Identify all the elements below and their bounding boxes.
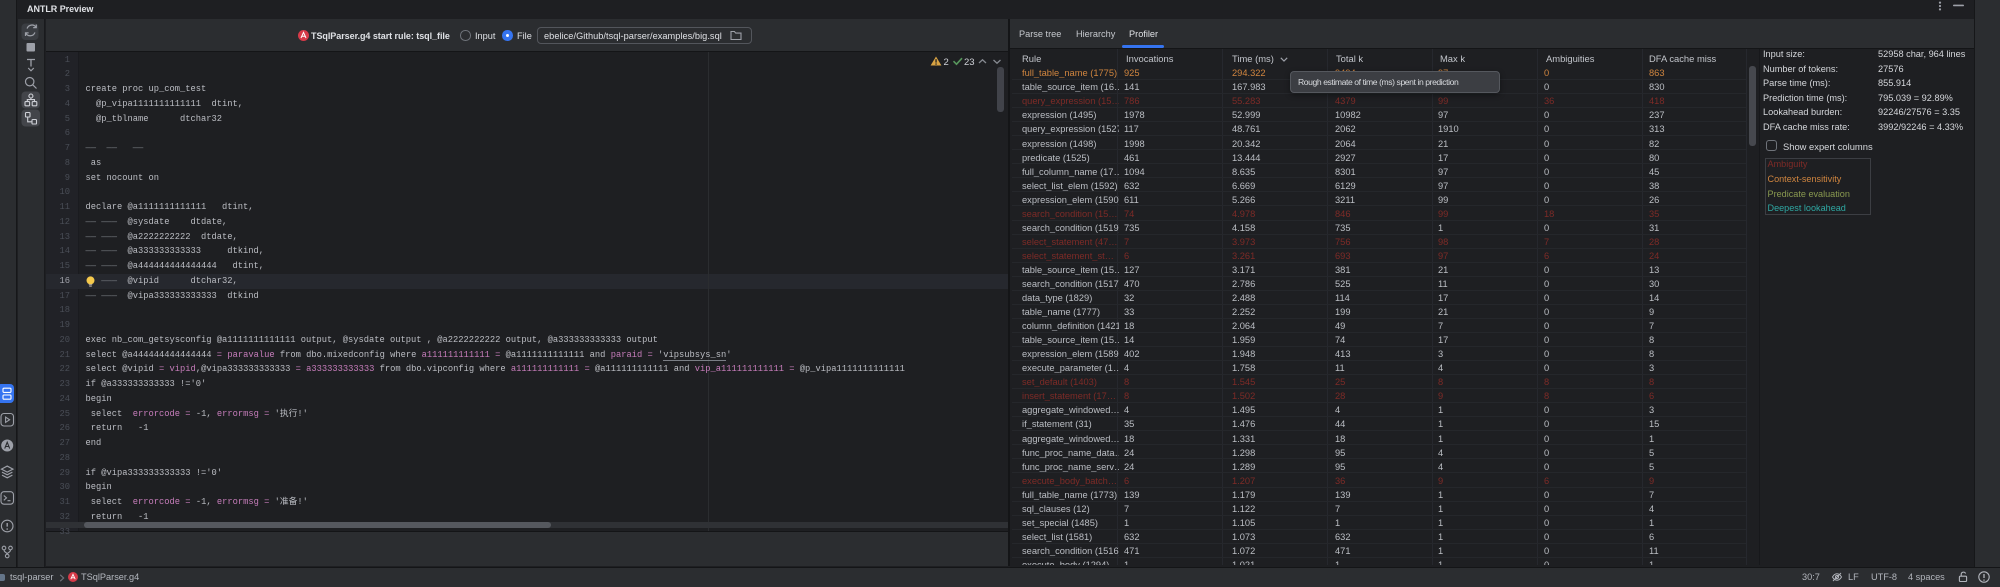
svg-text:2: 2	[944, 57, 949, 67]
svg-text:23: 23	[964, 57, 975, 67]
